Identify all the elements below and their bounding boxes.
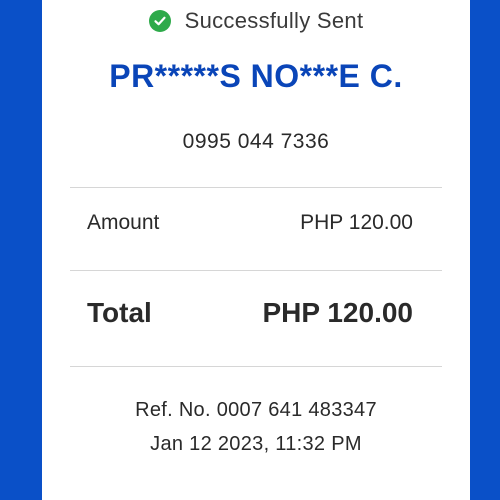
total-label: Total <box>87 297 152 328</box>
recipient-name: PR*****S NO***E C. <box>109 58 403 94</box>
total-row: Total PHP 120.00 <box>87 297 413 329</box>
divider-bottom <box>70 366 442 367</box>
status-banner: Successfully Sent <box>42 8 470 34</box>
amount-row: Amount PHP 120.00 <box>87 211 413 235</box>
transaction-datetime: Jan 12 2023, 11:32 PM <box>150 433 362 455</box>
amount-value: PHP 120.00 <box>300 211 413 234</box>
receipt-screen: Successfully Sent PR*****S NO***E C. 099… <box>0 0 500 500</box>
divider-middle <box>70 270 442 271</box>
reference-number: Ref. No. 0007 641 483347 <box>135 399 377 421</box>
total-value: PHP 120.00 <box>262 297 414 328</box>
recipient-number: 0995 044 7336 <box>182 130 330 153</box>
divider-top <box>70 187 442 188</box>
check-circle-icon <box>148 10 171 32</box>
status-text: Successfully Sent <box>184 8 364 33</box>
amount-label: Amount <box>87 211 160 234</box>
receipt-card: Successfully Sent PR*****S NO***E C. 099… <box>42 0 470 500</box>
